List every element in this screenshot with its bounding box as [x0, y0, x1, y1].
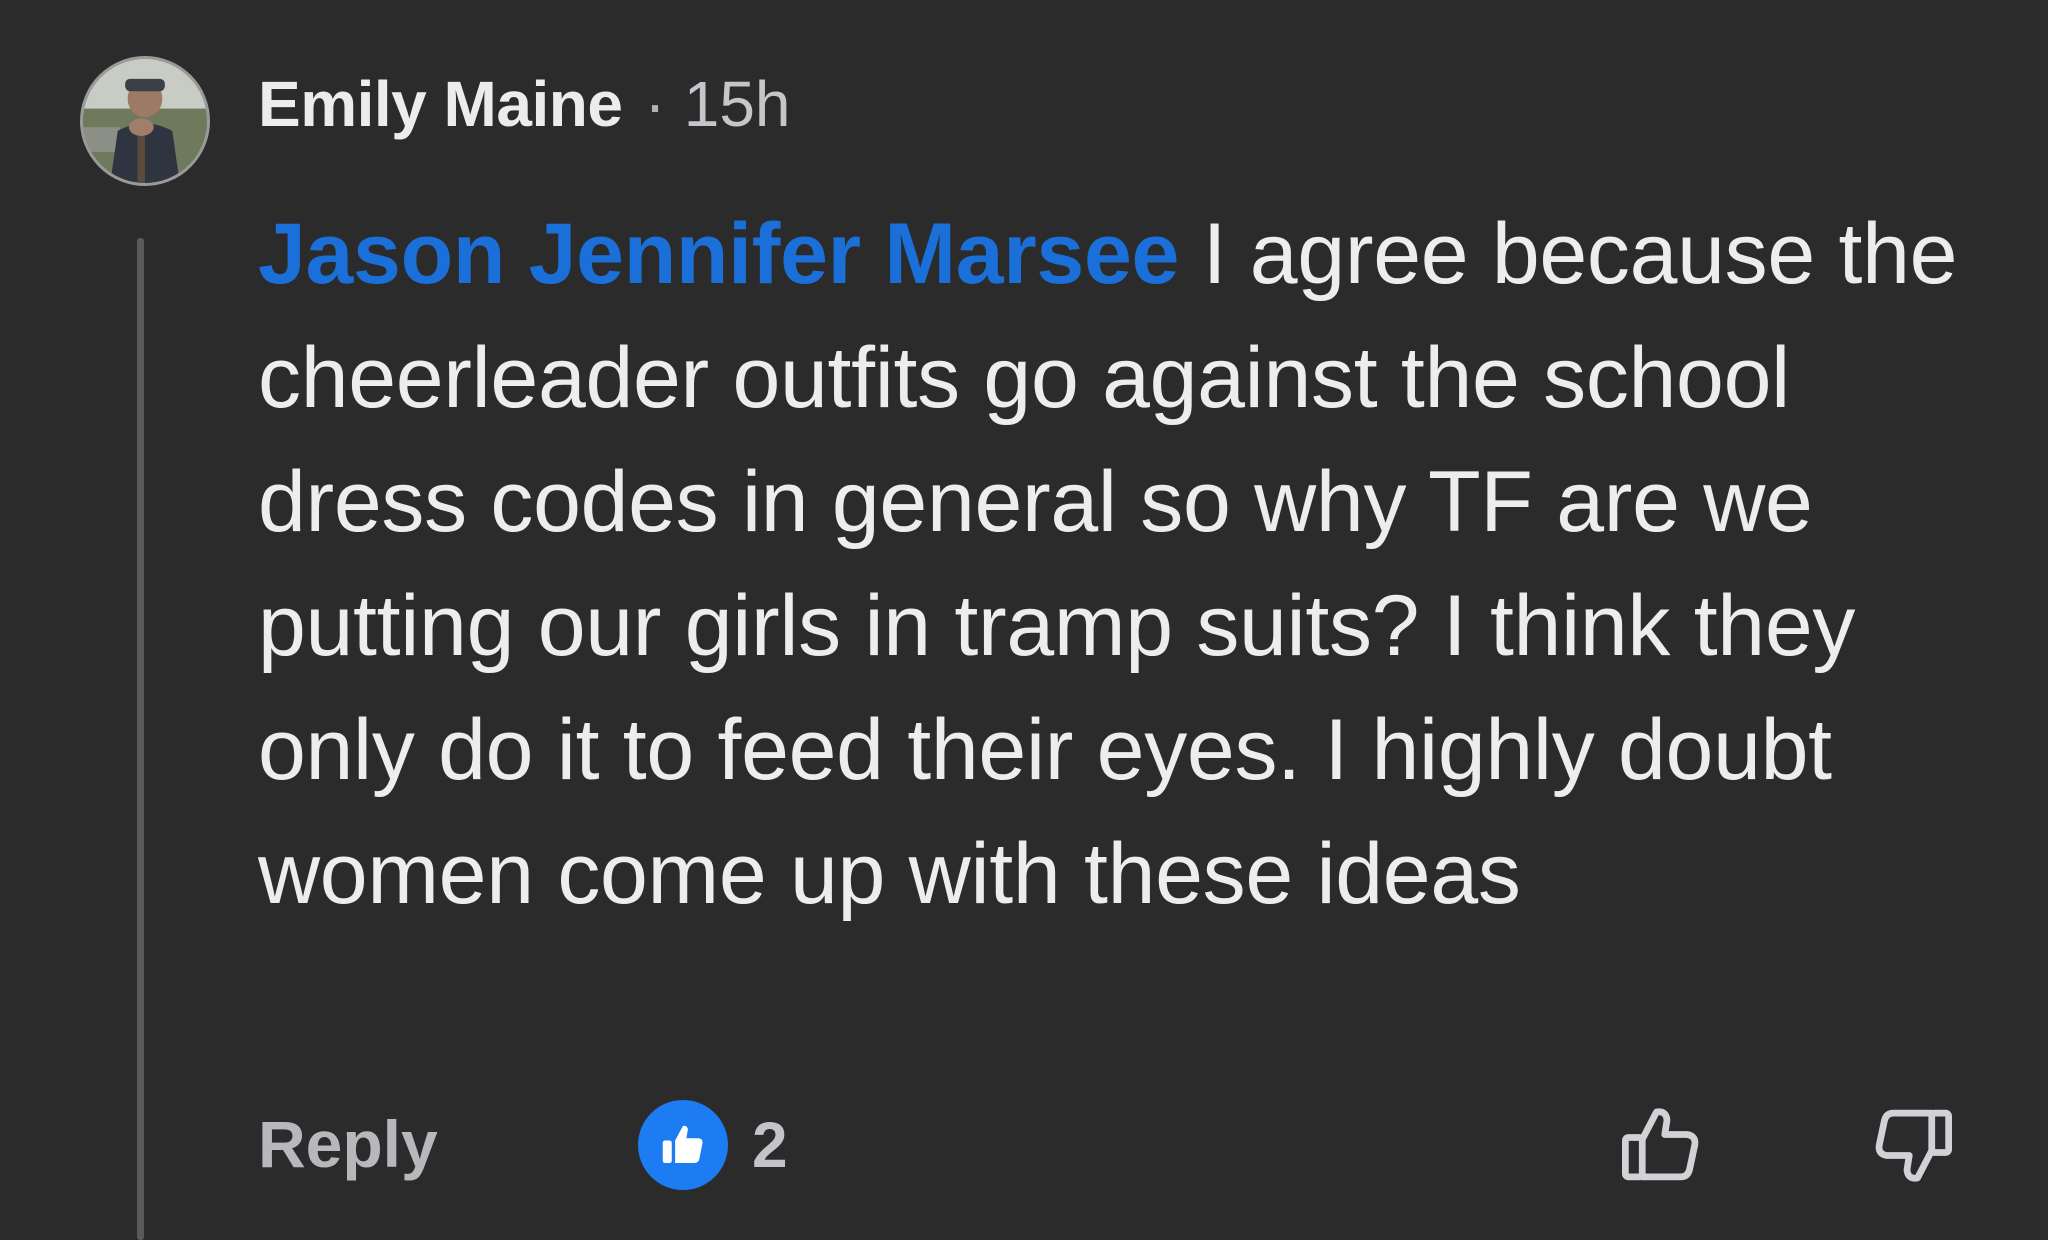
- avatar-photo: [83, 59, 207, 183]
- author-name[interactable]: Emily Maine: [258, 67, 623, 141]
- comment: Emily Maine · 15h Jason Jennifer Marsee …: [0, 0, 2048, 1240]
- reaction-count: 2: [752, 1109, 788, 1181]
- like-icon: [634, 1096, 732, 1194]
- downvote-button[interactable]: [1868, 1100, 1958, 1190]
- comment-header: Emily Maine · 15h: [258, 62, 791, 146]
- mention-link[interactable]: Jason Jennifer Marsee: [258, 206, 1179, 302]
- thumbs-down-icon: [1875, 1109, 1952, 1182]
- timestamp[interactable]: 15h: [684, 67, 791, 141]
- thumbs-up-icon: [1622, 1108, 1699, 1181]
- separator-dot: ·: [644, 68, 666, 140]
- reply-button[interactable]: Reply: [258, 1106, 438, 1182]
- avatar[interactable]: [80, 56, 210, 186]
- comment-body: Jason Jennifer Marsee I agree because th…: [258, 192, 1998, 936]
- upvote-button[interactable]: [1616, 1100, 1706, 1190]
- comment-actions: Reply 2: [258, 1094, 1978, 1194]
- reaction-summary[interactable]: 2: [634, 1096, 788, 1194]
- comment-text: I agree because the cheerleader outfits …: [258, 206, 1958, 922]
- thread-line: [137, 238, 144, 1240]
